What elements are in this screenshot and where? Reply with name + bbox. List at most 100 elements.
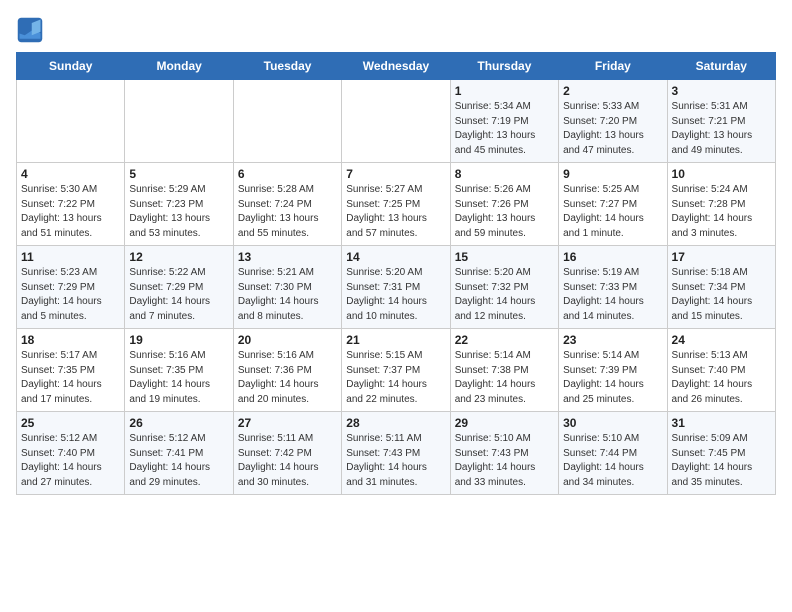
day-info: Sunrise: 5:12 AM Sunset: 7:41 PM Dayligh… — [129, 432, 228, 490]
calendar-cell: 24 Sunrise: 5:13 AM Sunset: 7:40 PM Dayli… — [667, 329, 775, 412]
day-info: Sunrise: 5:14 AM Sunset: 7:38 PM Dayligh… — [455, 349, 554, 407]
day-info: Sunrise: 5:31 AM Sunset: 7:21 PM Dayligh… — [672, 100, 771, 158]
column-header-sunday: Sunday — [17, 53, 125, 80]
day-number: 23 — [563, 333, 662, 347]
day-info: Sunrise: 5:14 AM Sunset: 7:39 PM Dayligh… — [563, 349, 662, 407]
calendar-cell: 20 Sunrise: 5:16 AM Sunset: 7:36 PM Dayli… — [233, 329, 341, 412]
calendar-table: SundayMondayTuesdayWednesdayThursdayFrid… — [16, 52, 776, 495]
day-number: 18 — [21, 333, 120, 347]
calendar-cell: 10 Sunrise: 5:24 AM Sunset: 7:28 PM Dayli… — [667, 163, 775, 246]
day-number: 26 — [129, 416, 228, 430]
calendar-header-row: SundayMondayTuesdayWednesdayThursdayFrid… — [17, 53, 776, 80]
column-header-wednesday: Wednesday — [342, 53, 450, 80]
calendar-cell — [125, 80, 233, 163]
column-header-tuesday: Tuesday — [233, 53, 341, 80]
day-info: Sunrise: 5:25 AM Sunset: 7:27 PM Dayligh… — [563, 183, 662, 241]
calendar-cell: 8 Sunrise: 5:26 AM Sunset: 7:26 PM Daylig… — [450, 163, 558, 246]
day-info: Sunrise: 5:18 AM Sunset: 7:34 PM Dayligh… — [672, 266, 771, 324]
day-info: Sunrise: 5:16 AM Sunset: 7:36 PM Dayligh… — [238, 349, 337, 407]
calendar-cell: 31Sunrise: 5:09 AM Sunset: 7:45 PM Dayli… — [667, 412, 775, 495]
column-header-saturday: Saturday — [667, 53, 775, 80]
calendar-week-row: 25 Sunrise: 5:12 AM Sunset: 7:40 PM Dayli… — [17, 412, 776, 495]
day-info: Sunrise: 5:28 AM Sunset: 7:24 PM Dayligh… — [238, 183, 337, 241]
day-info: Sunrise: 5:33 AM Sunset: 7:20 PM Dayligh… — [563, 100, 662, 158]
logo — [16, 16, 48, 44]
day-number: 25 — [21, 416, 120, 430]
calendar-cell: 2 Sunrise: 5:33 AM Sunset: 7:20 PM Daylig… — [559, 80, 667, 163]
day-info: Sunrise: 5:30 AM Sunset: 7:22 PM Dayligh… — [21, 183, 120, 241]
day-info: Sunrise: 5:16 AM Sunset: 7:35 PM Dayligh… — [129, 349, 228, 407]
day-number: 19 — [129, 333, 228, 347]
calendar-week-row: 4 Sunrise: 5:30 AM Sunset: 7:22 PM Daylig… — [17, 163, 776, 246]
day-info: Sunrise: 5:21 AM Sunset: 7:30 PM Dayligh… — [238, 266, 337, 324]
calendar-week-row: 11 Sunrise: 5:23 AM Sunset: 7:29 PM Dayli… — [17, 246, 776, 329]
day-number: 5 — [129, 167, 228, 181]
day-number: 9 — [563, 167, 662, 181]
day-number: 30 — [563, 416, 662, 430]
day-number: 15 — [455, 250, 554, 264]
column-header-monday: Monday — [125, 53, 233, 80]
calendar-cell: 28Sunrise: 5:11 AM Sunset: 7:43 PM Dayli… — [342, 412, 450, 495]
calendar-cell: 11 Sunrise: 5:23 AM Sunset: 7:29 PM Dayli… — [17, 246, 125, 329]
calendar-cell — [233, 80, 341, 163]
day-number: 3 — [672, 84, 771, 98]
day-number: 20 — [238, 333, 337, 347]
calendar-cell: 18 Sunrise: 5:17 AM Sunset: 7:35 PM Dayli… — [17, 329, 125, 412]
day-number: 21 — [346, 333, 445, 347]
day-number: 8 — [455, 167, 554, 181]
day-info: Sunrise: 5:24 AM Sunset: 7:28 PM Dayligh… — [672, 183, 771, 241]
calendar-cell: 27 Sunrise: 5:11 AM Sunset: 7:42 PM Dayli… — [233, 412, 341, 495]
day-info: Sunrise: 5:20 AM Sunset: 7:31 PM Dayligh… — [346, 266, 445, 324]
calendar-cell: 13Sunrise: 5:21 AM Sunset: 7:30 PM Dayli… — [233, 246, 341, 329]
calendar-cell: 1 Sunrise: 5:34 AM Sunset: 7:19 PM Daylig… — [450, 80, 558, 163]
day-info: Sunrise: 5:09 AM Sunset: 7:45 PM Dayligh… — [672, 432, 771, 490]
page-header — [16, 16, 776, 44]
day-info: Sunrise: 5:12 AM Sunset: 7:40 PM Dayligh… — [21, 432, 120, 490]
day-info: Sunrise: 5:10 AM Sunset: 7:43 PM Dayligh… — [455, 432, 554, 490]
calendar-cell: 19 Sunrise: 5:16 AM Sunset: 7:35 PM Dayli… — [125, 329, 233, 412]
day-number: 10 — [672, 167, 771, 181]
day-info: Sunrise: 5:27 AM Sunset: 7:25 PM Dayligh… — [346, 183, 445, 241]
day-number: 1 — [455, 84, 554, 98]
column-header-thursday: Thursday — [450, 53, 558, 80]
day-info: Sunrise: 5:11 AM Sunset: 7:42 PM Dayligh… — [238, 432, 337, 490]
calendar-cell: 25 Sunrise: 5:12 AM Sunset: 7:40 PM Dayli… — [17, 412, 125, 495]
day-number: 6 — [238, 167, 337, 181]
calendar-cell: 3 Sunrise: 5:31 AM Sunset: 7:21 PM Daylig… — [667, 80, 775, 163]
day-number: 2 — [563, 84, 662, 98]
calendar-week-row: 18 Sunrise: 5:17 AM Sunset: 7:35 PM Dayli… — [17, 329, 776, 412]
column-header-friday: Friday — [559, 53, 667, 80]
calendar-cell: 30Sunrise: 5:10 AM Sunset: 7:44 PM Dayli… — [559, 412, 667, 495]
day-info: Sunrise: 5:26 AM Sunset: 7:26 PM Dayligh… — [455, 183, 554, 241]
day-number: 14 — [346, 250, 445, 264]
calendar-cell: 5Sunrise: 5:29 AM Sunset: 7:23 PM Daylig… — [125, 163, 233, 246]
day-info: Sunrise: 5:22 AM Sunset: 7:29 PM Dayligh… — [129, 266, 228, 324]
day-info: Sunrise: 5:13 AM Sunset: 7:40 PM Dayligh… — [672, 349, 771, 407]
calendar-cell: 16Sunrise: 5:19 AM Sunset: 7:33 PM Dayli… — [559, 246, 667, 329]
calendar-cell: 15Sunrise: 5:20 AM Sunset: 7:32 PM Dayli… — [450, 246, 558, 329]
calendar-cell: 21Sunrise: 5:15 AM Sunset: 7:37 PM Dayli… — [342, 329, 450, 412]
day-number: 12 — [129, 250, 228, 264]
calendar-week-row: 1 Sunrise: 5:34 AM Sunset: 7:19 PM Daylig… — [17, 80, 776, 163]
logo-icon — [16, 16, 44, 44]
calendar-cell: 26 Sunrise: 5:12 AM Sunset: 7:41 PM Dayli… — [125, 412, 233, 495]
day-number: 17 — [672, 250, 771, 264]
calendar-cell: 17 Sunrise: 5:18 AM Sunset: 7:34 PM Dayli… — [667, 246, 775, 329]
day-number: 22 — [455, 333, 554, 347]
calendar-cell: 7 Sunrise: 5:27 AM Sunset: 7:25 PM Daylig… — [342, 163, 450, 246]
day-info: Sunrise: 5:11 AM Sunset: 7:43 PM Dayligh… — [346, 432, 445, 490]
day-number: 11 — [21, 250, 120, 264]
day-number: 24 — [672, 333, 771, 347]
calendar-cell: 9 Sunrise: 5:25 AM Sunset: 7:27 PM Daylig… — [559, 163, 667, 246]
day-info: Sunrise: 5:17 AM Sunset: 7:35 PM Dayligh… — [21, 349, 120, 407]
day-number: 4 — [21, 167, 120, 181]
day-number: 16 — [563, 250, 662, 264]
day-info: Sunrise: 5:34 AM Sunset: 7:19 PM Dayligh… — [455, 100, 554, 158]
day-number: 7 — [346, 167, 445, 181]
calendar-cell: 4 Sunrise: 5:30 AM Sunset: 7:22 PM Daylig… — [17, 163, 125, 246]
calendar-cell — [342, 80, 450, 163]
calendar-cell: 23 Sunrise: 5:14 AM Sunset: 7:39 PM Dayli… — [559, 329, 667, 412]
day-number: 27 — [238, 416, 337, 430]
day-info: Sunrise: 5:23 AM Sunset: 7:29 PM Dayligh… — [21, 266, 120, 324]
calendar-cell: 6 Sunrise: 5:28 AM Sunset: 7:24 PM Daylig… — [233, 163, 341, 246]
